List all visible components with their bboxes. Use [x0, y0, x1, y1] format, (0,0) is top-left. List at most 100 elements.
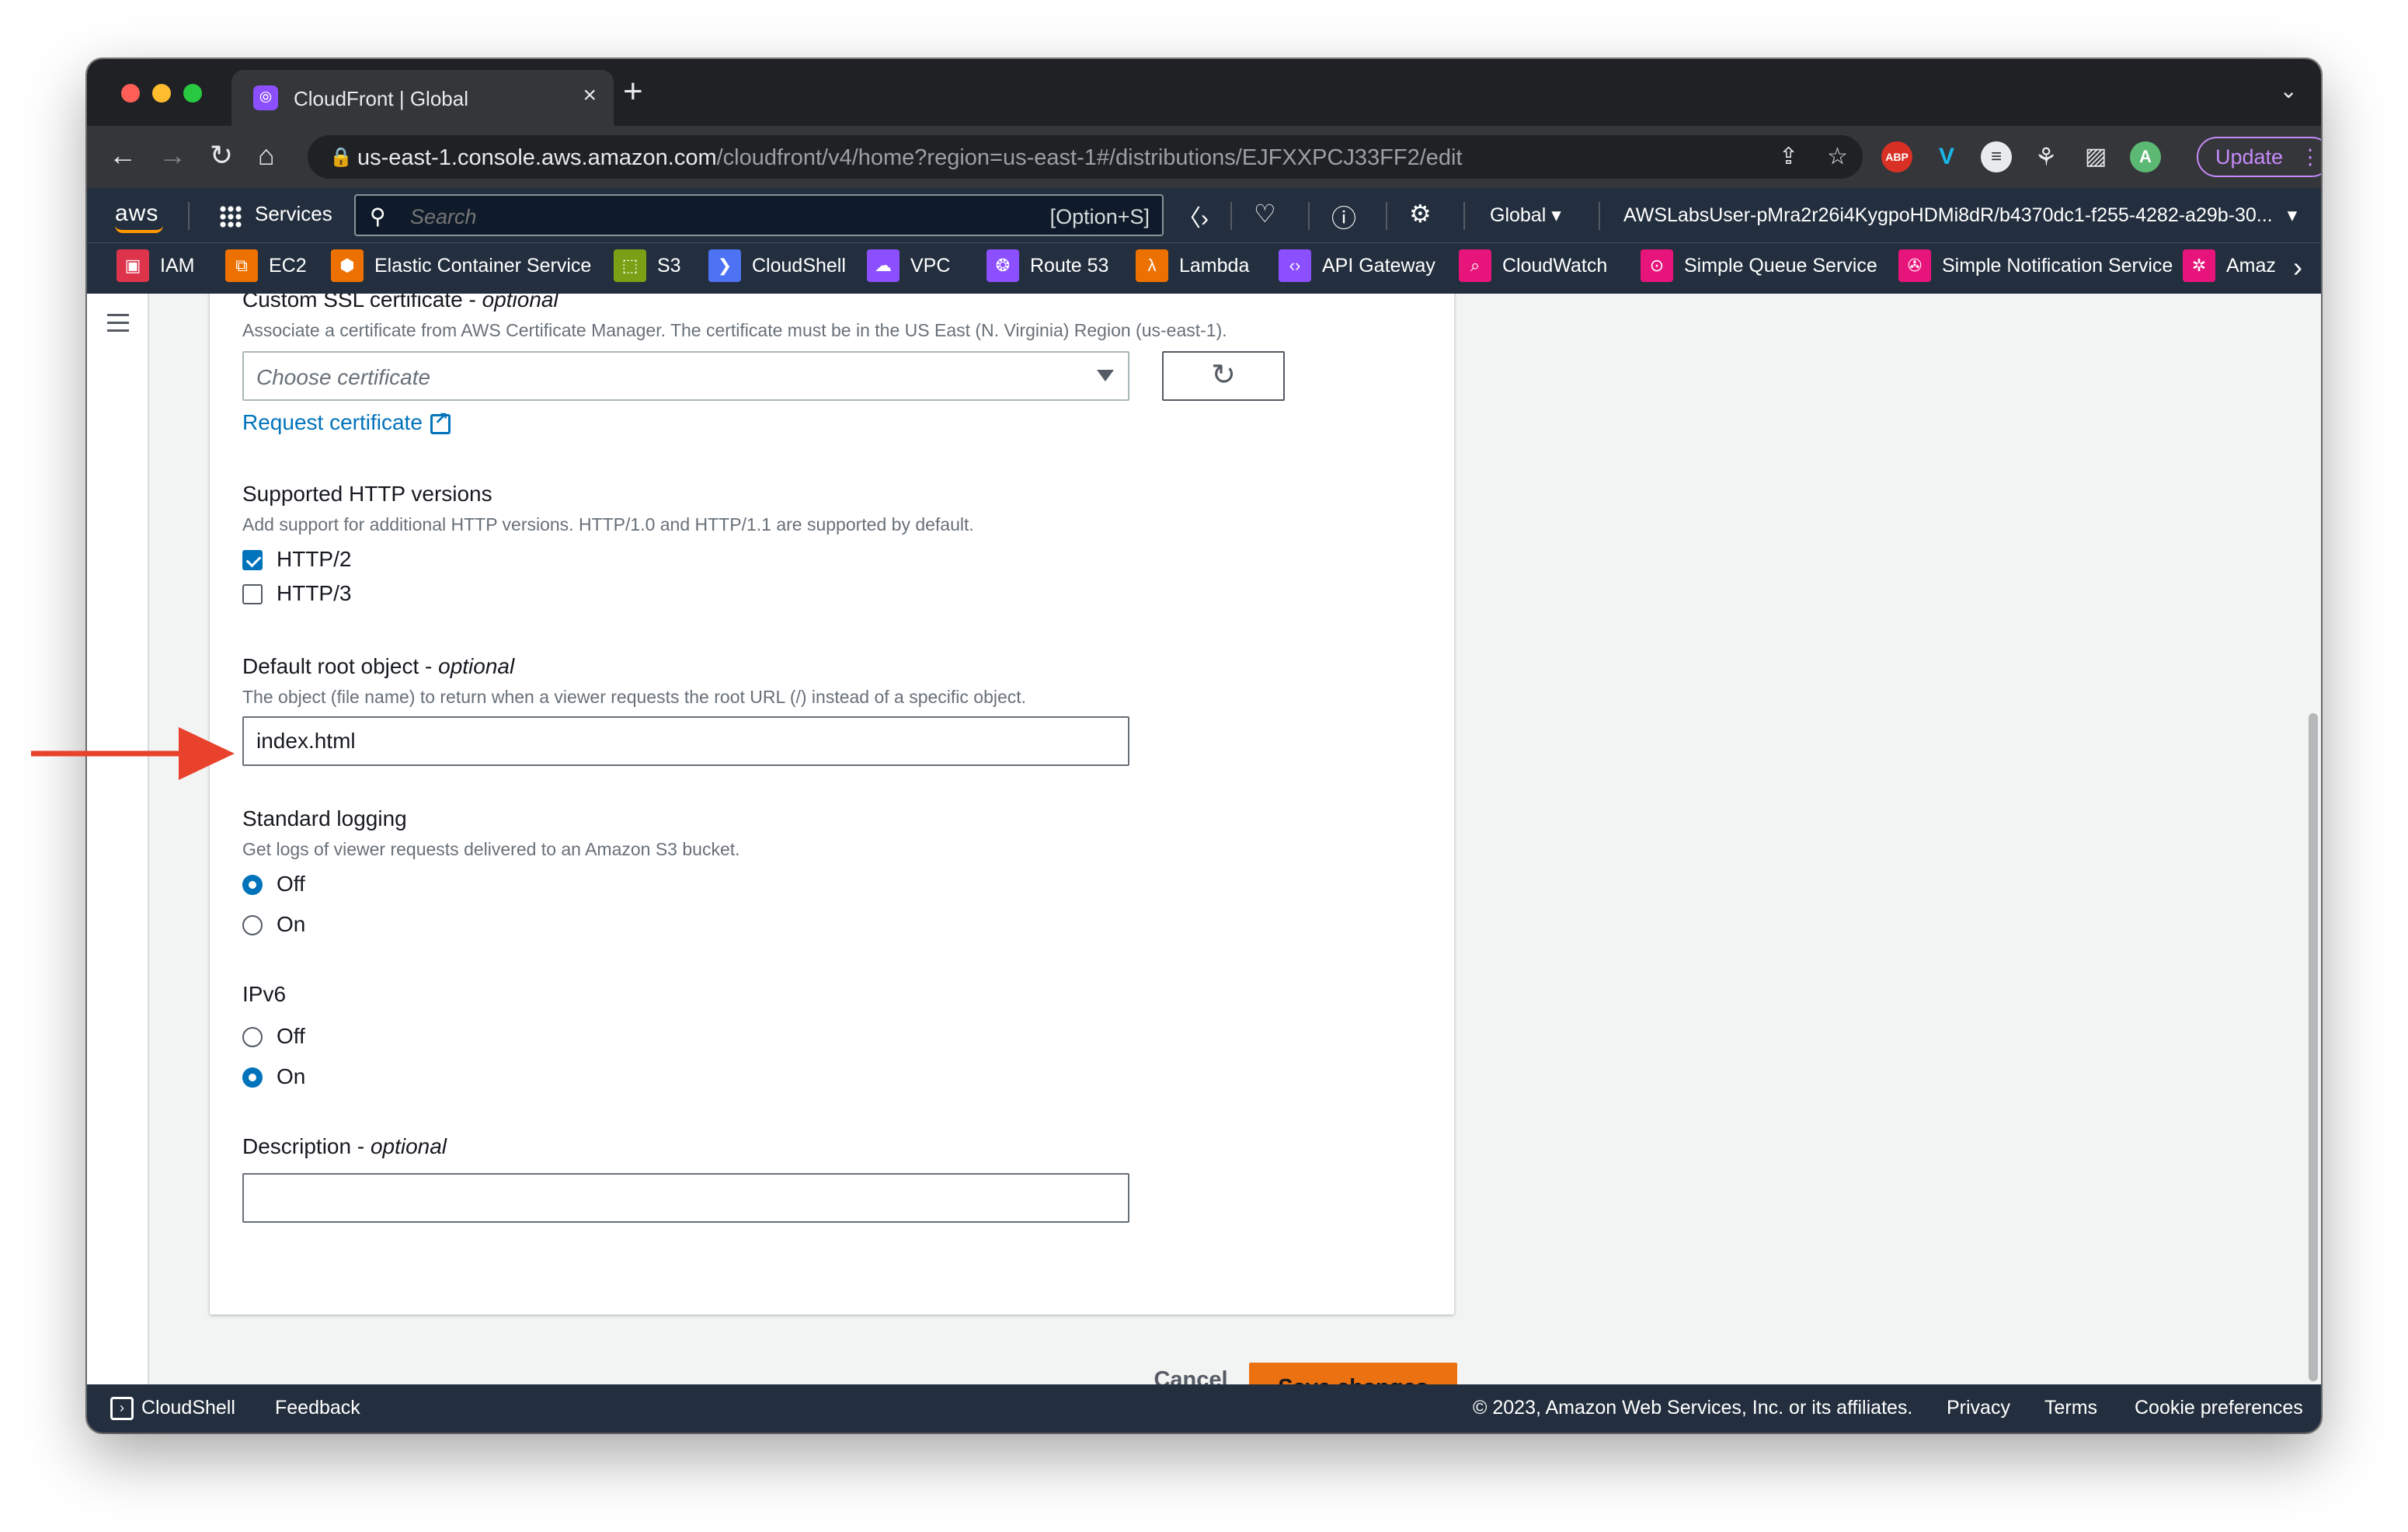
close-tab-icon[interactable]: ×	[583, 82, 597, 109]
request-certificate-link[interactable]: Request certificate	[242, 409, 451, 435]
search-field[interactable]	[410, 205, 954, 229]
cloudshell-icon: ›	[110, 1397, 134, 1421]
favorite-cloudshell[interactable]: ❯ CloudShell	[708, 249, 846, 288]
url-host: us-east-1.console.aws.amazon.com	[357, 145, 717, 170]
favorite-vpc[interactable]: ☁ VPC	[867, 249, 950, 288]
address-bar[interactable]: 🔒 us-east-1.console.aws.amazon.com/cloud…	[308, 135, 1863, 179]
favorite-lambda[interactable]: λ Lambda	[1136, 249, 1249, 288]
menu-hamburger-icon[interactable]	[107, 314, 129, 337]
certificate-select[interactable]: Choose certificate	[242, 351, 1129, 401]
description-optional-text: optional	[370, 1134, 447, 1158]
logging-on-label: On	[277, 912, 306, 936]
list-extension-icon[interactable]: ≡	[1981, 141, 2012, 172]
search-icon: ⚲	[370, 204, 386, 228]
maximize-window-button[interactable]	[183, 84, 202, 103]
favorite-label: Amaz	[2226, 254, 2276, 277]
chevron-right-icon[interactable]: ›	[2293, 251, 2302, 284]
favorite-simple-notification-service[interactable]: ✇ Simple Notification Service	[1898, 249, 2173, 288]
search-shortcut-hint: [Option+S]	[1049, 205, 1150, 228]
minimize-window-button[interactable]	[152, 84, 171, 103]
cloudshell-icon: ❯	[708, 249, 741, 282]
logging-off-label: Off	[277, 872, 305, 896]
favorite-label: S3	[657, 254, 681, 277]
profile-avatar[interactable]: A	[2130, 141, 2161, 172]
share-icon[interactable]: ⇪	[1779, 143, 1798, 170]
notifications-bell-icon[interactable]: ♡	[1254, 199, 1276, 228]
tab-search-chevron-icon[interactable]: ⌄	[2280, 78, 2298, 103]
ssl-label: Custom SSL certificate - optional	[242, 294, 559, 312]
cloudwatch-icon: ⌕	[1459, 249, 1491, 282]
favorite-simple-queue-service[interactable]: ⊙ Simple Queue Service	[1641, 249, 1877, 288]
aws-logo[interactable]: aws	[115, 197, 163, 233]
favorite-iam[interactable]: ▣ IAM	[117, 249, 194, 288]
http2-checkbox[interactable]	[242, 550, 263, 570]
description-input[interactable]	[242, 1173, 1129, 1223]
account-menu[interactable]: AWSLabsUser-pMra2r26i4KygpoHDMi8dR/b4370…	[1623, 204, 2297, 227]
footer-cloudshell-link[interactable]: › CloudShell	[110, 1397, 235, 1421]
ipv6-on-radio[interactable]	[242, 1067, 263, 1088]
vpc-icon: ☁	[867, 249, 900, 282]
favorite-label: Simple Queue Service	[1684, 254, 1877, 277]
favorite-route-53[interactable]: ❂ Route 53	[987, 249, 1108, 288]
browser-window: ⦾ CloudFront | Global × + ⌄ ← → ↻ ⌂ 🔒 us…	[87, 59, 2321, 1433]
http3-checkbox[interactable]	[242, 584, 263, 604]
browser-tab[interactable]: ⦾ CloudFront | Global ×	[231, 70, 614, 126]
http-versions-label: Supported HTTP versions	[242, 482, 492, 506]
footer-terms-link[interactable]: Terms	[2044, 1397, 2097, 1419]
settings-gear-icon[interactable]: ⚙	[1409, 199, 1432, 228]
favorite-label: IAM	[160, 254, 195, 277]
forward-icon[interactable]: →	[158, 138, 186, 172]
favorite-amaz[interactable]: ✲ Amaz	[2183, 249, 2276, 288]
root-object-label-text: Default root object -	[242, 654, 439, 678]
vimeo-extension-icon[interactable]: V	[1931, 141, 1962, 172]
cancel-button[interactable]: Cancel	[1133, 1355, 1249, 1385]
footer-cloudshell-label: CloudShell	[141, 1397, 235, 1419]
help-icon[interactable]: ⓘ	[1331, 199, 1356, 235]
ipv6-off-radio[interactable]	[242, 1027, 263, 1047]
certificate-placeholder: Choose certificate	[256, 365, 431, 389]
ipv6-off-label: Off	[277, 1024, 305, 1048]
bookmark-star-icon[interactable]: ☆	[1827, 143, 1848, 170]
refresh-certificates-button[interactable]: ↻	[1162, 351, 1285, 401]
footer-privacy-link[interactable]: Privacy	[1947, 1397, 2010, 1419]
root-object-label: Default root object - optional	[242, 654, 514, 679]
favorite-api-gateway[interactable]: ‹› API Gateway	[1279, 249, 1435, 288]
favorite-ec2[interactable]: ⧉ EC2	[225, 249, 307, 288]
favorite-label: Lambda	[1179, 254, 1250, 277]
update-label: Update	[2215, 145, 2284, 169]
description-label-text: Description -	[242, 1134, 371, 1158]
scrollbar[interactable]	[2302, 294, 2321, 1384]
region-selector[interactable]: Global ▾	[1490, 204, 1561, 227]
s3-icon: ⬚	[614, 249, 646, 282]
favorite-cloudwatch[interactable]: ⌕ CloudWatch	[1459, 249, 1607, 288]
scrollbar-thumb[interactable]	[2309, 713, 2318, 1381]
amazon-icon: ✲	[2183, 249, 2215, 282]
http3-label: HTTP/3	[277, 581, 352, 605]
save-changes-button[interactable]: Save changes	[1249, 1363, 1457, 1384]
tab-title: CloudFront | Global	[294, 87, 468, 110]
side-panel-icon[interactable]: ▨	[2080, 141, 2111, 172]
account-label: AWSLabsUser-pMra2r26i4KygpoHDMi8dR/b4370…	[1623, 204, 2273, 226]
logging-on-radio[interactable]	[242, 915, 263, 935]
adblock-extension-icon[interactable]: ABP	[1881, 141, 1912, 172]
favorite-elastic-container-service[interactable]: ⬢ Elastic Container Service	[331, 249, 591, 288]
footer-feedback-link[interactable]: Feedback	[275, 1397, 360, 1419]
sqs-icon: ⊙	[1641, 249, 1673, 282]
extensions-puzzle-icon[interactable]: ⚘	[2030, 141, 2062, 172]
services-menu[interactable]: Services	[255, 202, 332, 226]
back-icon[interactable]: ←	[109, 138, 137, 172]
search-input[interactable]: ⚲ [Option+S]	[354, 194, 1164, 236]
services-grid-icon[interactable]	[219, 205, 242, 228]
root-object-input[interactable]	[242, 716, 1129, 766]
ec2-icon: ⧉	[225, 249, 258, 282]
close-window-button[interactable]	[121, 84, 140, 103]
new-tab-button[interactable]: +	[623, 75, 643, 109]
home-icon[interactable]: ⌂	[258, 138, 275, 172]
favorite-s3[interactable]: ⬚ S3	[614, 249, 681, 288]
update-button[interactable]: Update ⋮	[2197, 137, 2321, 177]
reload-icon[interactable]: ↻	[210, 138, 233, 172]
caret-down-icon	[1097, 370, 1114, 381]
footer-cookie-preferences-link[interactable]: Cookie preferences	[2135, 1397, 2303, 1419]
cloudshell-icon[interactable]: 〈›	[1178, 199, 1209, 233]
logging-off-radio[interactable]	[242, 875, 263, 895]
